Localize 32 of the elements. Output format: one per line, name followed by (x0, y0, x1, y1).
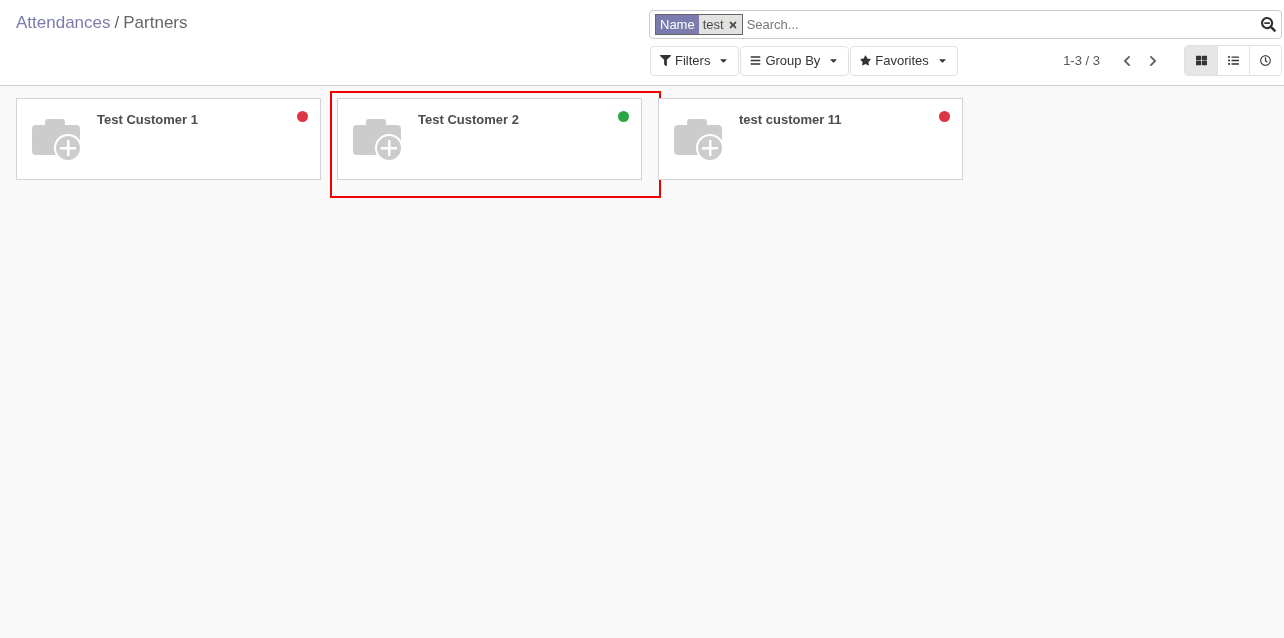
breadcrumb-current: Partners (123, 12, 188, 34)
camera-plus-icon (32, 117, 82, 161)
partner-card[interactable]: test customer 11 (658, 98, 963, 180)
search-input[interactable]: Search... (746, 14, 1257, 35)
facet-label: Name (656, 15, 699, 34)
group-icon (750, 55, 762, 66)
pager-value: 1-3 / 3 (1063, 51, 1100, 70)
camera-plus-icon (674, 117, 724, 161)
search-icon[interactable] (1261, 17, 1276, 32)
breadcrumb-link[interactable]: Attendances (16, 10, 111, 36)
partner-name: Test Customer 2 (418, 111, 520, 129)
activity-view-icon (1260, 55, 1271, 66)
partner-name: Test Customer 1 (97, 111, 199, 129)
view-switch-button[interactable] (1249, 46, 1281, 75)
chevron-right-icon (1147, 54, 1159, 67)
filter-dropdown-button[interactable]: Filters (650, 45, 740, 76)
view-switch-button[interactable] (1185, 46, 1217, 75)
list-view-icon (1228, 55, 1239, 66)
partner-name: test customer 11 (739, 111, 843, 129)
kanban-view-icon (1195, 55, 1207, 66)
star-icon (860, 55, 872, 66)
filter-dropdown-button[interactable]: Group By (740, 45, 850, 76)
breadcrumb-separator: / (114, 12, 120, 34)
partner-card[interactable]: Test Customer 2 (337, 98, 642, 180)
partner-card[interactable]: Test Customer 1 (16, 98, 321, 180)
filter-icon (660, 55, 671, 66)
chevron-left-icon (1121, 54, 1133, 67)
filter-dropdown-button[interactable]: Favorites (850, 45, 958, 76)
facet-value: test (698, 15, 728, 34)
close-icon[interactable] (727, 19, 738, 30)
camera-plus-icon (353, 117, 403, 161)
search-field[interactable]: Name test Search... (649, 10, 1282, 39)
